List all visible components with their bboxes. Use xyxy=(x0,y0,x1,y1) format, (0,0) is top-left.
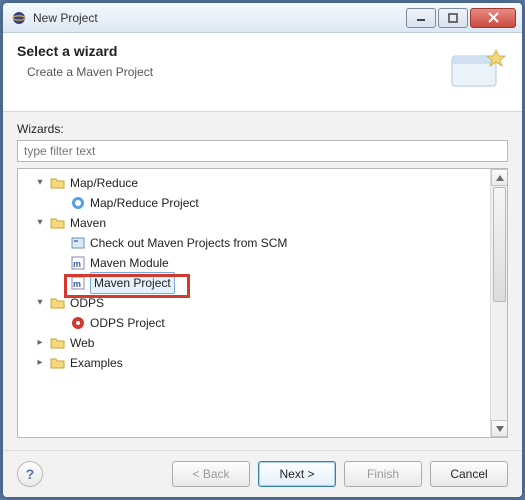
maximize-button[interactable] xyxy=(438,8,468,28)
tree-category-examples[interactable]: ▸ Examples xyxy=(20,353,488,373)
folder-icon xyxy=(50,335,66,351)
tree-label: Map/Reduce xyxy=(70,173,138,193)
twisty-expanded-icon[interactable]: ▾ xyxy=(32,175,48,191)
cancel-button[interactable]: Cancel xyxy=(430,461,508,487)
dialog-window: New Project Select a wizard Create a Mav… xyxy=(2,2,523,498)
button-label: Finish xyxy=(367,467,399,481)
titlebar[interactable]: New Project xyxy=(3,3,522,33)
button-label: Cancel xyxy=(450,467,487,481)
scroll-up-icon[interactable] xyxy=(491,169,508,186)
wizard-body: Wizards: ▾ Map/Reduce Map/Reduce Project… xyxy=(3,112,522,450)
tree-category-odps[interactable]: ▾ ODPS xyxy=(20,293,488,313)
scm-checkout-icon xyxy=(70,235,86,251)
help-icon: ? xyxy=(26,466,35,482)
tree-category-maven[interactable]: ▾ Maven xyxy=(20,213,488,233)
folder-open-icon xyxy=(50,295,66,311)
maven-project-icon: m xyxy=(70,275,86,291)
tree-label: Examples xyxy=(70,353,123,373)
vertical-scrollbar[interactable] xyxy=(490,169,507,437)
folder-open-icon xyxy=(50,175,66,191)
wizard-tree-container: ▾ Map/Reduce Map/Reduce Project ▾ Maven xyxy=(17,168,508,438)
tree-category-mapreduce[interactable]: ▾ Map/Reduce xyxy=(20,173,488,193)
tree-label: Map/Reduce Project xyxy=(90,193,199,213)
window-title: New Project xyxy=(33,11,404,25)
tree-label: Maven xyxy=(70,213,106,233)
tree-item-maven-scm[interactable]: Check out Maven Projects from SCM xyxy=(20,233,488,253)
filter-input[interactable] xyxy=(17,140,508,162)
tree-item-odps-project[interactable]: ODPS Project xyxy=(20,313,488,333)
wizard-image-icon xyxy=(444,43,508,97)
twisty-expanded-icon[interactable]: ▾ xyxy=(32,215,48,231)
folder-icon xyxy=(50,355,66,371)
minimize-button[interactable] xyxy=(406,8,436,28)
button-label: Next > xyxy=(279,467,314,481)
tree-label-selected: Maven Project xyxy=(90,272,175,294)
folder-open-icon xyxy=(50,215,66,231)
odps-project-icon xyxy=(70,315,86,331)
tree-item-maven-project[interactable]: m Maven Project xyxy=(20,273,488,293)
tree-label: Check out Maven Projects from SCM xyxy=(90,233,287,253)
twisty-expanded-icon[interactable]: ▾ xyxy=(32,295,48,311)
tree-item-mapreduce-project[interactable]: Map/Reduce Project xyxy=(20,193,488,213)
tree-label: Maven Module xyxy=(90,253,169,273)
twisty-collapsed-icon[interactable]: ▸ xyxy=(32,335,48,351)
wizard-tree[interactable]: ▾ Map/Reduce Map/Reduce Project ▾ Maven xyxy=(18,169,490,437)
next-button[interactable]: Next > xyxy=(258,461,336,487)
tree-category-web[interactable]: ▸ Web xyxy=(20,333,488,353)
scroll-down-icon[interactable] xyxy=(491,420,508,437)
wizards-label: Wizards: xyxy=(17,122,508,136)
close-button[interactable] xyxy=(470,8,516,28)
button-label: < Back xyxy=(192,467,229,481)
button-bar: ? < Back Next > Finish Cancel xyxy=(3,450,522,497)
banner: Select a wizard Create a Maven Project xyxy=(3,33,522,112)
banner-subtitle: Create a Maven Project xyxy=(27,65,444,79)
maven-module-icon: m xyxy=(70,255,86,271)
tree-item-maven-module[interactable]: m Maven Module xyxy=(20,253,488,273)
svg-text:m: m xyxy=(73,279,81,289)
banner-title: Select a wizard xyxy=(17,43,444,59)
tree-label: ODPS Project xyxy=(90,313,165,333)
help-button[interactable]: ? xyxy=(17,461,43,487)
tree-label: ODPS xyxy=(70,293,104,313)
eclipse-icon xyxy=(11,10,27,26)
twisty-collapsed-icon[interactable]: ▸ xyxy=(32,355,48,371)
finish-button[interactable]: Finish xyxy=(344,461,422,487)
mr-project-icon xyxy=(70,195,86,211)
scroll-thumb[interactable] xyxy=(493,187,506,302)
back-button[interactable]: < Back xyxy=(172,461,250,487)
tree-label: Web xyxy=(70,333,94,353)
svg-text:m: m xyxy=(73,259,81,269)
